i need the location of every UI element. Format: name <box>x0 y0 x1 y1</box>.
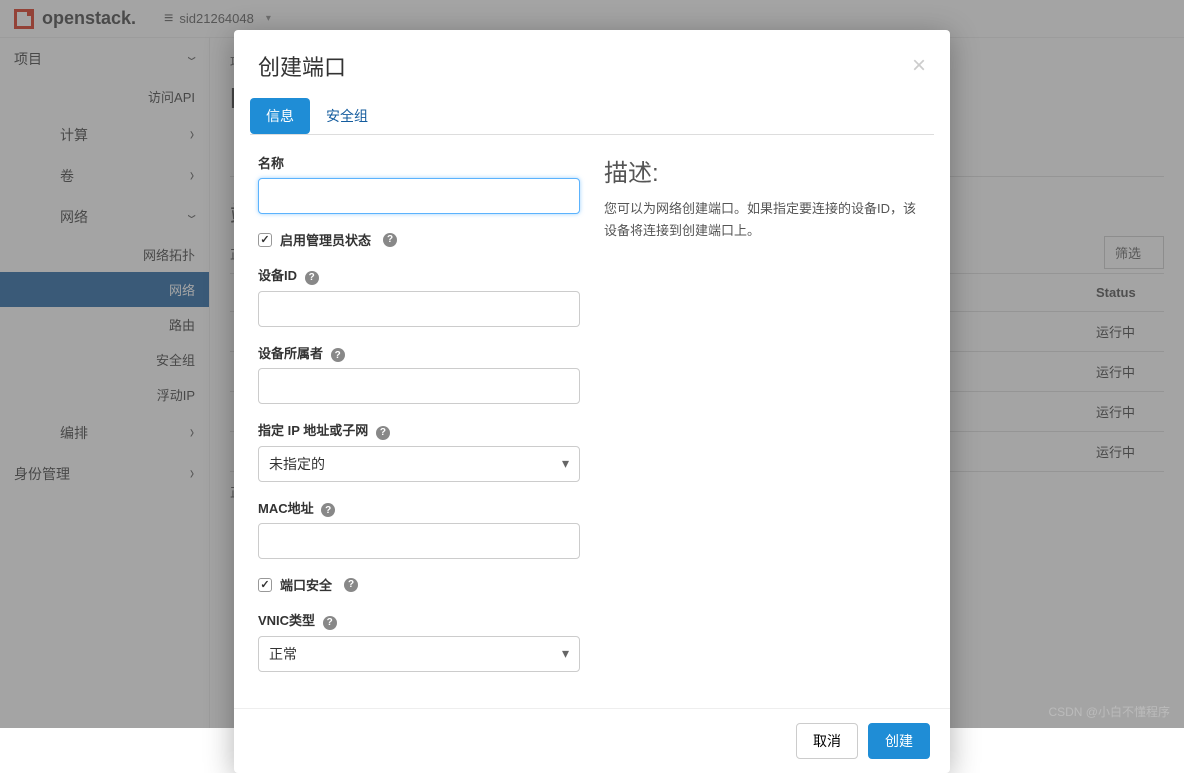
name-input[interactable] <box>258 178 580 214</box>
help-icon[interactable]: ? <box>344 578 358 592</box>
modal-footer: 取消 创建 <box>234 708 950 773</box>
help-icon[interactable]: ? <box>321 503 335 517</box>
select-value: 正常 <box>269 644 297 664</box>
label-mac: MAC地址 ? <box>258 498 580 518</box>
label-ip-subnet: 指定 IP 地址或子网 ? <box>258 420 580 440</box>
ip-subnet-select[interactable]: 未指定的 <box>258 446 580 482</box>
modal-tabs: 信息 安全组 <box>250 98 934 135</box>
modal-tab-info[interactable]: 信息 <box>250 98 310 134</box>
desc-text: 您可以为网络创建端口。如果指定要连接的设备ID，该设备将连接到创建端口上。 <box>604 198 926 242</box>
close-icon[interactable]: × <box>912 54 926 78</box>
device-owner-input[interactable] <box>258 368 580 404</box>
create-port-modal: 创建端口 × 信息 安全组 名称 启用管理员状态 ? 设备ID ? <box>234 30 950 773</box>
label-device-id: 设备ID ? <box>258 265 580 285</box>
help-icon[interactable]: ? <box>323 616 337 630</box>
modal-body: 名称 启用管理员状态 ? 设备ID ? 设备所属者 ? <box>234 135 950 708</box>
modal-tab-security[interactable]: 安全组 <box>310 98 384 134</box>
label-admin-state: 启用管理员状态 <box>280 230 371 249</box>
label-vnic: VNIC类型 ? <box>258 610 580 630</box>
port-security-checkbox-row[interactable]: 端口安全 ? <box>258 575 580 594</box>
help-icon[interactable]: ? <box>331 348 345 362</box>
help-icon[interactable]: ? <box>376 426 390 440</box>
device-id-input[interactable] <box>258 291 580 327</box>
vnic-select[interactable]: 正常 <box>258 636 580 672</box>
label-port-security: 端口安全 <box>280 575 332 594</box>
description-column: 描述: 您可以为网络创建端口。如果指定要连接的设备ID，该设备将连接到创建端口上… <box>604 153 926 688</box>
label-name: 名称 <box>258 153 580 172</box>
help-icon[interactable]: ? <box>305 271 319 285</box>
desc-title: 描述: <box>604 153 926 188</box>
mac-input[interactable] <box>258 523 580 559</box>
help-icon[interactable]: ? <box>383 233 397 247</box>
admin-state-checkbox-row[interactable]: 启用管理员状态 ? <box>258 230 580 249</box>
label-device-owner: 设备所属者 ? <box>258 343 580 363</box>
watermark: CSDN @小白不懂程序 <box>1048 703 1170 720</box>
form-column: 名称 启用管理员状态 ? 设备ID ? 设备所属者 ? <box>258 153 580 688</box>
select-value: 未指定的 <box>269 454 325 474</box>
checkbox-port-security[interactable] <box>258 578 272 592</box>
modal-title: 创建端口 <box>258 50 346 82</box>
checkbox-admin-state[interactable] <box>258 233 272 247</box>
modal-header: 创建端口 × <box>234 30 950 98</box>
